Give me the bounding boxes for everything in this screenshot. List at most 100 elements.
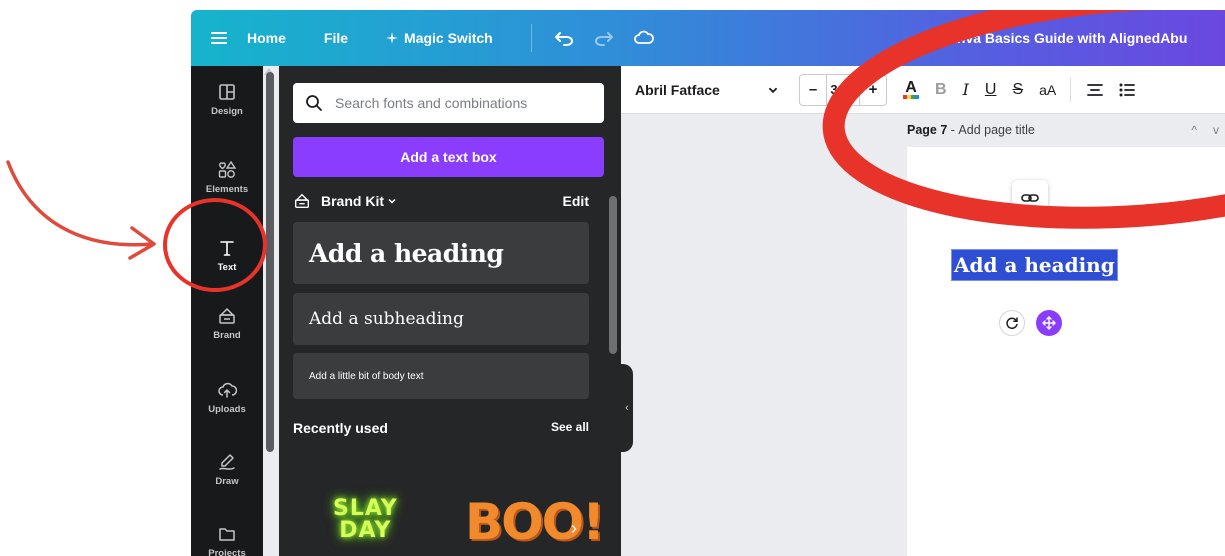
font-search-input[interactable] bbox=[333, 94, 593, 112]
rail-label-design: Design bbox=[211, 105, 243, 117]
font-name: Abril Fatface bbox=[635, 81, 720, 98]
rail-item-brand[interactable]: Brand bbox=[191, 292, 263, 354]
undo-button[interactable] bbox=[554, 30, 574, 46]
recent-template-slay-day[interactable]: SLAY DAY bbox=[333, 498, 398, 542]
rail-item-text[interactable]: Text bbox=[191, 224, 263, 286]
bullet-list-icon bbox=[1119, 83, 1136, 96]
design-page-canvas[interactable]: Add a heading bbox=[907, 147, 1225, 556]
text-icon bbox=[220, 240, 234, 256]
rotate-handle[interactable] bbox=[999, 310, 1025, 336]
chevron-down-icon[interactable]: v bbox=[1213, 123, 1219, 137]
rail-label-elements: Elements bbox=[205, 183, 249, 195]
shapes-icon bbox=[218, 160, 237, 178]
recently-used-label: Recently used bbox=[293, 420, 388, 436]
text-side-panel: Add a text box Brand Kit Edit Add a head… bbox=[279, 66, 621, 556]
layout-icon bbox=[219, 83, 235, 100]
redo-button[interactable] bbox=[594, 30, 614, 46]
sparkle-icon bbox=[386, 32, 399, 44]
selected-heading-text[interactable]: Add a heading bbox=[951, 249, 1118, 281]
strikethrough-button[interactable]: S bbox=[1012, 81, 1023, 99]
text-color-button[interactable]: A bbox=[903, 79, 919, 99]
font-family-dropdown[interactable]: Abril Fatface bbox=[635, 74, 785, 106]
cloud-upload-icon bbox=[218, 382, 237, 398]
increase-size-button[interactable]: + bbox=[860, 81, 886, 98]
topbar-divider bbox=[530, 24, 532, 52]
add-heading-card[interactable]: Add a heading bbox=[293, 222, 589, 284]
document-title[interactable]: Canva Basics Guide with AlignedAbu bbox=[939, 10, 1187, 66]
brand-kit-icon bbox=[294, 193, 310, 208]
file-menu-button[interactable]: File bbox=[324, 30, 348, 46]
letter-case-button[interactable]: aA bbox=[1039, 82, 1056, 98]
list-button[interactable] bbox=[1119, 83, 1136, 97]
collapse-panel-tab[interactable]: ‹ bbox=[621, 364, 633, 452]
top-bar: Home File Magic Switch Canva Basics Guid… bbox=[191, 10, 1225, 66]
page-number: Page 7 bbox=[907, 123, 948, 137]
menu-button[interactable] bbox=[191, 10, 247, 66]
font-size-input[interactable]: 31.5 bbox=[826, 74, 860, 105]
page-header: Page 7 - Add page title ^ v bbox=[907, 120, 1225, 140]
rail-label-draw: Draw bbox=[215, 475, 239, 487]
file-label: File bbox=[323, 30, 349, 46]
day-text: DAY bbox=[339, 518, 392, 543]
magic-switch-button[interactable]: Magic Switch bbox=[386, 30, 493, 46]
annotation-arrow bbox=[6, 160, 156, 260]
decrease-size-button[interactable]: – bbox=[800, 81, 826, 98]
brand-kit-row: Brand Kit Edit bbox=[293, 190, 589, 212]
recent-template-boo[interactable]: BOO! bbox=[465, 494, 605, 550]
add-subheading-card[interactable]: Add a subheading bbox=[293, 293, 589, 345]
align-button[interactable] bbox=[1087, 83, 1104, 97]
recently-used-header: Recently used See all bbox=[293, 420, 589, 436]
page-controls: ^ v bbox=[1191, 123, 1219, 137]
bold-button[interactable]: B bbox=[935, 81, 947, 99]
home-label: Home bbox=[247, 30, 286, 46]
rail-label-uploads: Uploads bbox=[208, 403, 246, 415]
menu-icon bbox=[211, 32, 227, 44]
rail-label-projects: Projects bbox=[208, 547, 246, 556]
brand-kit-edit-link[interactable]: Edit bbox=[563, 193, 589, 209]
underline-button[interactable]: U bbox=[985, 81, 997, 99]
folder-icon bbox=[219, 527, 235, 541]
toolbar-divider bbox=[1070, 77, 1072, 102]
rail-item-design[interactable]: Design bbox=[191, 68, 263, 130]
brand-icon bbox=[219, 307, 235, 324]
chevron-down-icon bbox=[768, 87, 778, 93]
rail-item-uploads[interactable]: Uploads bbox=[191, 366, 263, 428]
add-body-text-card[interactable]: Add a little bit of body text bbox=[293, 353, 589, 399]
brand-kit-dropdown[interactable]: Brand Kit bbox=[321, 193, 397, 209]
text-format-toolbar: Abril Fatface – 31.5 + A B I U S aA bbox=[621, 66, 1225, 114]
font-size-stepper: – 31.5 + bbox=[799, 73, 887, 106]
pen-icon bbox=[219, 453, 235, 470]
link-icon bbox=[1021, 194, 1039, 202]
italic-button[interactable]: I bbox=[963, 80, 969, 99]
canva-editor-window: Home File Magic Switch Canva Basics Guid… bbox=[191, 10, 1225, 556]
rail-item-projects[interactable]: Projects bbox=[191, 510, 263, 556]
chevron-right-icon[interactable]: › bbox=[571, 518, 577, 539]
see-all-link[interactable]: See all bbox=[551, 420, 589, 436]
undo-icon bbox=[554, 32, 573, 46]
color-rainbow-icon bbox=[903, 94, 919, 99]
rail-item-elements[interactable]: Elements bbox=[191, 146, 263, 208]
page-title-input[interactable]: Add page title bbox=[958, 123, 1034, 137]
link-button[interactable] bbox=[1012, 180, 1048, 216]
chevron-down-icon bbox=[388, 198, 396, 204]
add-text-box-button[interactable]: Add a text box bbox=[293, 137, 604, 177]
save-status-button[interactable] bbox=[633, 30, 654, 46]
move-icon bbox=[1042, 316, 1056, 330]
magic-switch-label: Magic Switch bbox=[404, 30, 493, 46]
rail-item-draw[interactable]: Draw bbox=[191, 438, 263, 500]
font-search-box[interactable] bbox=[293, 83, 604, 123]
move-handle[interactable] bbox=[1036, 310, 1062, 336]
brand-kit-label: Brand Kit bbox=[321, 193, 384, 209]
rail-scrollbar[interactable] bbox=[266, 72, 274, 452]
search-icon bbox=[306, 95, 322, 111]
home-button[interactable]: Home bbox=[247, 30, 286, 46]
slay-text: SLAY bbox=[333, 496, 398, 521]
rail-label-text: Text bbox=[217, 261, 237, 273]
left-nav-rail: Design Elements Text Brand Uploads Draw … bbox=[191, 66, 263, 556]
rotate-icon bbox=[1006, 317, 1018, 330]
cloud-sync-icon bbox=[633, 30, 654, 44]
chevron-up-icon[interactable]: ^ bbox=[1191, 123, 1197, 137]
panel-scrollbar[interactable] bbox=[609, 196, 617, 354]
redo-icon bbox=[594, 32, 613, 46]
rail-label-brand: Brand bbox=[213, 329, 241, 341]
